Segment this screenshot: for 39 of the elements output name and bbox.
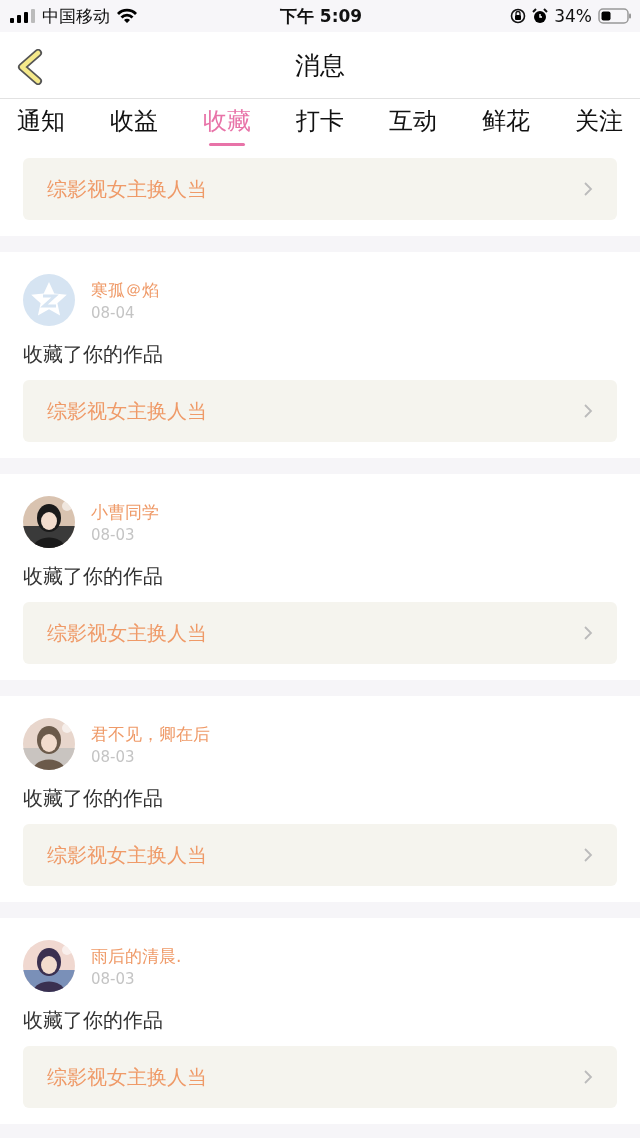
alarm-icon xyxy=(532,8,549,24)
message-text: 收藏了你的作品 xyxy=(23,1007,164,1034)
wifi-icon xyxy=(116,8,138,24)
tab[interactable]: 通知 xyxy=(5,99,77,151)
work-link[interactable]: 综影视女主换人当 xyxy=(23,824,617,886)
message-text: 收藏了你的作品 xyxy=(23,785,164,812)
tab[interactable]: 收益 xyxy=(98,99,170,151)
signal-icon xyxy=(10,9,36,23)
message-date: 08-03 xyxy=(91,969,136,988)
message-date: 08-04 xyxy=(91,303,136,322)
carrier-name: 中国移动 xyxy=(42,4,110,28)
user-name[interactable]: 小曹同学 xyxy=(91,500,159,524)
message-text: 收藏了你的作品 xyxy=(23,341,164,368)
user-name[interactable]: 寒孤＠焰 xyxy=(91,278,159,302)
message-date: 08-03 xyxy=(91,747,136,766)
message-text: 收藏了你的作品 xyxy=(23,563,164,590)
work-link[interactable]: 综影视女主换人当 xyxy=(23,1046,617,1108)
battery-icon xyxy=(598,8,632,24)
work-link[interactable]: 综影视女主换人当 xyxy=(23,602,617,664)
default-avatar-icon xyxy=(23,274,75,326)
work-link[interactable]: 综影视女主换人当 xyxy=(23,380,617,442)
chevron-right-icon xyxy=(583,847,593,863)
tab[interactable]: 收藏 xyxy=(191,99,263,151)
battery-percent: 34% xyxy=(554,6,592,26)
chevron-right-icon xyxy=(583,181,593,197)
work-link[interactable]: 综影视女主换人当 xyxy=(23,158,617,220)
clock-time: 下午 5:09 xyxy=(279,4,363,28)
chevron-right-icon xyxy=(583,403,593,419)
user-name[interactable]: 雨后的清晨. xyxy=(91,944,182,968)
tab[interactable]: 互动 xyxy=(377,99,449,151)
tab[interactable]: 鲜花 xyxy=(470,99,542,151)
tab[interactable]: 打卡 xyxy=(284,99,356,151)
message-date: 08-03 xyxy=(91,525,136,544)
user-name[interactable]: 君不见，卿在后 xyxy=(91,722,210,746)
page-title: 消息 xyxy=(295,49,345,82)
tab[interactable]: 关注 xyxy=(563,99,635,151)
rotation-lock-icon xyxy=(510,8,527,24)
chevron-right-icon xyxy=(583,1069,593,1085)
chevron-right-icon xyxy=(583,625,593,641)
